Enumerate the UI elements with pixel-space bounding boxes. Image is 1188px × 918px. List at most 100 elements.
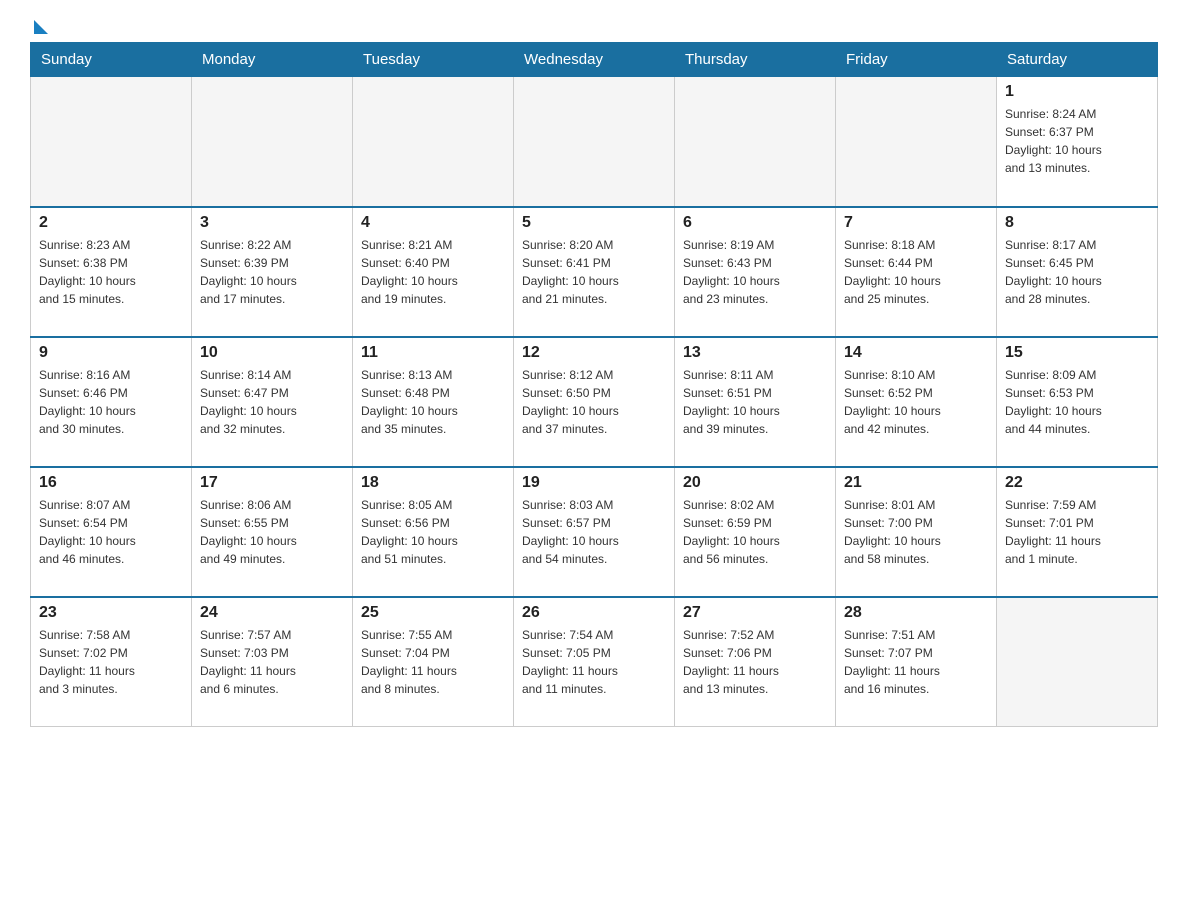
day-info: Sunrise: 8:14 AM Sunset: 6:47 PM Dayligh… <box>200 366 344 438</box>
day-number: 22 <box>1005 474 1149 492</box>
day-info: Sunrise: 8:20 AM Sunset: 6:41 PM Dayligh… <box>522 236 666 308</box>
day-number: 7 <box>844 214 988 232</box>
day-info: Sunrise: 8:13 AM Sunset: 6:48 PM Dayligh… <box>361 366 505 438</box>
day-number: 12 <box>522 344 666 362</box>
day-info: Sunrise: 8:10 AM Sunset: 6:52 PM Dayligh… <box>844 366 988 438</box>
calendar-day-cell: 4 Sunrise: 8:21 AM Sunset: 6:40 PM Daylig… <box>353 207 514 337</box>
day-info: Sunrise: 7:51 AM Sunset: 7:07 PM Dayligh… <box>844 626 988 698</box>
day-info: Sunrise: 8:12 AM Sunset: 6:50 PM Dayligh… <box>522 366 666 438</box>
calendar-day-cell: 13 Sunrise: 8:11 AM Sunset: 6:51 PM Dayli… <box>675 337 836 467</box>
day-info: Sunrise: 8:16 AM Sunset: 6:46 PM Dayligh… <box>39 366 183 438</box>
day-number: 18 <box>361 474 505 492</box>
calendar-day-cell: 22 Sunrise: 7:59 AM Sunset: 7:01 PM Dayli… <box>997 467 1158 597</box>
calendar-day-cell: 20Sunrise: 8:02 AM Sunset: 6:59 PM Dayli… <box>675 467 836 597</box>
calendar-day-cell <box>31 77 192 207</box>
calendar-day-cell: 27 Sunrise: 7:52 AM Sunset: 7:06 PM Dayli… <box>675 597 836 727</box>
calendar-weekday-header: Monday <box>192 43 353 77</box>
day-info: Sunrise: 7:55 AM Sunset: 7:04 PM Dayligh… <box>361 626 505 698</box>
page-header <box>30 20 1158 32</box>
day-info: Sunrise: 8:07 AM Sunset: 6:54 PM Dayligh… <box>39 496 183 568</box>
day-number: 16 <box>39 474 183 492</box>
day-number: 14 <box>844 344 988 362</box>
day-number: 17 <box>200 474 344 492</box>
day-info: Sunrise: 7:59 AM Sunset: 7:01 PM Dayligh… <box>1005 496 1149 568</box>
calendar-day-cell: 9 Sunrise: 8:16 AM Sunset: 6:46 PM Daylig… <box>31 337 192 467</box>
calendar-day-cell: 10 Sunrise: 8:14 AM Sunset: 6:47 PM Dayli… <box>192 337 353 467</box>
day-info: Sunrise: 8:18 AM Sunset: 6:44 PM Dayligh… <box>844 236 988 308</box>
calendar-day-cell: 14 Sunrise: 8:10 AM Sunset: 6:52 PM Dayli… <box>836 337 997 467</box>
calendar-day-cell <box>353 77 514 207</box>
day-number: 28 <box>844 604 988 622</box>
day-number: 6 <box>683 214 827 232</box>
calendar-day-cell: 2 Sunrise: 8:23 AM Sunset: 6:38 PM Daylig… <box>31 207 192 337</box>
calendar-header-row: SundayMondayTuesdayWednesdayThursdayFrid… <box>31 43 1158 77</box>
calendar-day-cell: 17 Sunrise: 8:06 AM Sunset: 6:55 PM Dayli… <box>192 467 353 597</box>
day-number: 3 <box>200 214 344 232</box>
calendar-week-row: 23 Sunrise: 7:58 AM Sunset: 7:02 PM Dayli… <box>31 597 1158 727</box>
calendar-weekday-header: Tuesday <box>353 43 514 77</box>
calendar-day-cell: 21Sunrise: 8:01 AM Sunset: 7:00 PM Dayli… <box>836 467 997 597</box>
calendar-day-cell: 25 Sunrise: 7:55 AM Sunset: 7:04 PM Dayli… <box>353 597 514 727</box>
calendar-weekday-header: Saturday <box>997 43 1158 77</box>
day-info: Sunrise: 8:03 AM Sunset: 6:57 PM Dayligh… <box>522 496 666 568</box>
calendar-day-cell: 6 Sunrise: 8:19 AM Sunset: 6:43 PM Daylig… <box>675 207 836 337</box>
day-info: Sunrise: 8:09 AM Sunset: 6:53 PM Dayligh… <box>1005 366 1149 438</box>
day-info: Sunrise: 7:52 AM Sunset: 7:06 PM Dayligh… <box>683 626 827 698</box>
logo-general-text <box>30 20 48 36</box>
calendar-day-cell: 16 Sunrise: 8:07 AM Sunset: 6:54 PM Dayli… <box>31 467 192 597</box>
calendar-day-cell: 7 Sunrise: 8:18 AM Sunset: 6:44 PM Daylig… <box>836 207 997 337</box>
day-number: 26 <box>522 604 666 622</box>
logo <box>30 20 48 32</box>
day-info: Sunrise: 7:57 AM Sunset: 7:03 PM Dayligh… <box>200 626 344 698</box>
day-info: Sunrise: 8:23 AM Sunset: 6:38 PM Dayligh… <box>39 236 183 308</box>
calendar-day-cell: 3Sunrise: 8:22 AM Sunset: 6:39 PM Daylig… <box>192 207 353 337</box>
calendar-week-row: 9 Sunrise: 8:16 AM Sunset: 6:46 PM Daylig… <box>31 337 1158 467</box>
calendar-day-cell: 12 Sunrise: 8:12 AM Sunset: 6:50 PM Dayli… <box>514 337 675 467</box>
day-info: Sunrise: 8:17 AM Sunset: 6:45 PM Dayligh… <box>1005 236 1149 308</box>
calendar-day-cell: 18 Sunrise: 8:05 AM Sunset: 6:56 PM Dayli… <box>353 467 514 597</box>
day-info: Sunrise: 8:02 AM Sunset: 6:59 PM Dayligh… <box>683 496 827 568</box>
calendar-day-cell: 23 Sunrise: 7:58 AM Sunset: 7:02 PM Dayli… <box>31 597 192 727</box>
calendar-day-cell: 11 Sunrise: 8:13 AM Sunset: 6:48 PM Dayli… <box>353 337 514 467</box>
calendar-week-row: 2 Sunrise: 8:23 AM Sunset: 6:38 PM Daylig… <box>31 207 1158 337</box>
day-number: 2 <box>39 214 183 232</box>
day-number: 15 <box>1005 344 1149 362</box>
day-info: Sunrise: 7:58 AM Sunset: 7:02 PM Dayligh… <box>39 626 183 698</box>
day-number: 4 <box>361 214 505 232</box>
calendar-day-cell: 28 Sunrise: 7:51 AM Sunset: 7:07 PM Dayli… <box>836 597 997 727</box>
calendar-day-cell: 1Sunrise: 8:24 AM Sunset: 6:37 PM Daylig… <box>997 77 1158 207</box>
day-number: 19 <box>522 474 666 492</box>
day-info: Sunrise: 8:11 AM Sunset: 6:51 PM Dayligh… <box>683 366 827 438</box>
day-number: 13 <box>683 344 827 362</box>
day-number: 10 <box>200 344 344 362</box>
day-info: Sunrise: 8:01 AM Sunset: 7:00 PM Dayligh… <box>844 496 988 568</box>
calendar-day-cell: 19 Sunrise: 8:03 AM Sunset: 6:57 PM Dayli… <box>514 467 675 597</box>
day-number: 9 <box>39 344 183 362</box>
day-number: 27 <box>683 604 827 622</box>
logo-triangle-icon <box>34 20 48 34</box>
calendar-day-cell <box>836 77 997 207</box>
day-number: 23 <box>39 604 183 622</box>
calendar-weekday-header: Wednesday <box>514 43 675 77</box>
calendar-day-cell <box>514 77 675 207</box>
calendar-weekday-header: Friday <box>836 43 997 77</box>
calendar-weekday-header: Thursday <box>675 43 836 77</box>
day-number: 8 <box>1005 214 1149 232</box>
calendar-weekday-header: Sunday <box>31 43 192 77</box>
calendar-day-cell: 24 Sunrise: 7:57 AM Sunset: 7:03 PM Dayli… <box>192 597 353 727</box>
day-number: 24 <box>200 604 344 622</box>
calendar-day-cell: 26Sunrise: 7:54 AM Sunset: 7:05 PM Dayli… <box>514 597 675 727</box>
day-number: 25 <box>361 604 505 622</box>
calendar-table: SundayMondayTuesdayWednesdayThursdayFrid… <box>30 42 1158 727</box>
calendar-week-row: 16 Sunrise: 8:07 AM Sunset: 6:54 PM Dayli… <box>31 467 1158 597</box>
calendar-day-cell: 5Sunrise: 8:20 AM Sunset: 6:41 PM Daylig… <box>514 207 675 337</box>
calendar-day-cell <box>675 77 836 207</box>
day-info: Sunrise: 8:05 AM Sunset: 6:56 PM Dayligh… <box>361 496 505 568</box>
day-number: 11 <box>361 344 505 362</box>
calendar-week-row: 1Sunrise: 8:24 AM Sunset: 6:37 PM Daylig… <box>31 77 1158 207</box>
day-info: Sunrise: 8:06 AM Sunset: 6:55 PM Dayligh… <box>200 496 344 568</box>
day-info: Sunrise: 8:24 AM Sunset: 6:37 PM Dayligh… <box>1005 105 1149 177</box>
day-info: Sunrise: 8:19 AM Sunset: 6:43 PM Dayligh… <box>683 236 827 308</box>
day-info: Sunrise: 8:21 AM Sunset: 6:40 PM Dayligh… <box>361 236 505 308</box>
calendar-day-cell: 8 Sunrise: 8:17 AM Sunset: 6:45 PM Daylig… <box>997 207 1158 337</box>
